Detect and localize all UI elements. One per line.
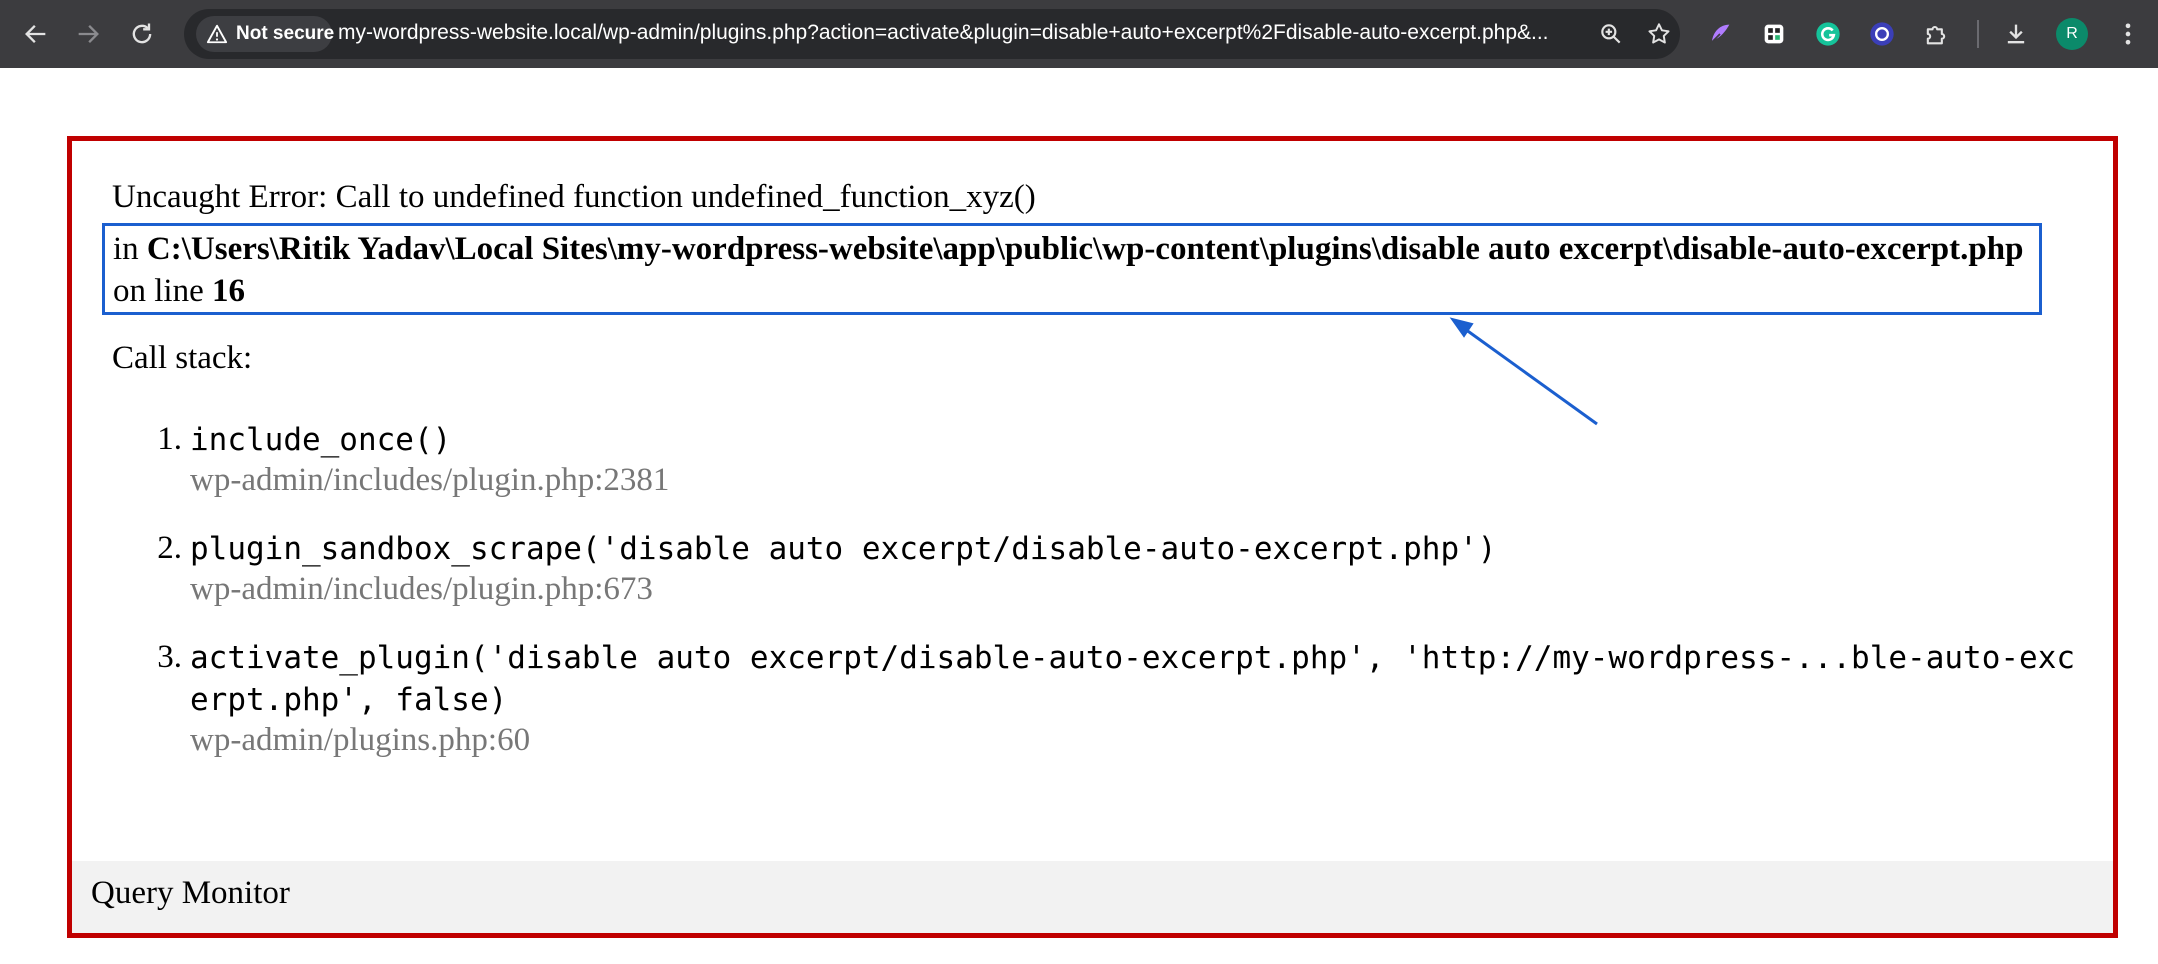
- warning-icon: [206, 24, 228, 44]
- location-line: 16: [211, 273, 245, 309]
- query-monitor-footer: Query Monitor: [72, 861, 2113, 933]
- download-icon: [2007, 24, 2025, 44]
- browser-menu-button[interactable]: [2110, 16, 2146, 52]
- circle-extension-icon: [1870, 22, 1894, 46]
- arrow-right-icon: [78, 25, 99, 43]
- stack-number: 3.: [157, 639, 182, 675]
- puzzle-icon: [1926, 25, 1946, 45]
- feather-icon: [1710, 24, 1730, 44]
- zoom-button[interactable]: [1596, 19, 1626, 49]
- more-vertical-icon: [2125, 23, 2131, 45]
- location-prefix: in: [113, 231, 147, 267]
- grammarly-icon: [1816, 22, 1840, 46]
- security-chip[interactable]: Not secure: [196, 16, 335, 52]
- arrow-left-icon: [25, 25, 46, 43]
- extension-grammarly-button[interactable]: [1810, 16, 1846, 52]
- downloads-button[interactable]: [1998, 16, 2034, 52]
- reload-button[interactable]: [122, 14, 162, 54]
- extension-grid-button[interactable]: [1756, 16, 1792, 52]
- stack-file: wp-admin/plugins.php:60: [190, 722, 531, 758]
- extensions-button[interactable]: [1918, 16, 1954, 52]
- extension-circle-button[interactable]: [1864, 16, 1900, 52]
- location-path: C:\Users\Ritik Yadav\Local Sites\my-word…: [146, 231, 2024, 267]
- reload-icon: [132, 23, 152, 44]
- callstack-heading: Call stack:: [112, 340, 253, 376]
- error-location: in C:\Users\Ritik Yadav\Local Sites\my-w…: [102, 223, 2042, 315]
- zoom-icon: [1601, 24, 1621, 44]
- browser-toolbar: Not secure my-wordpress-website.local/wp…: [0, 0, 2158, 68]
- security-label: Not secure: [236, 23, 335, 44]
- stack-file: wp-admin/includes/plugin.php:2381: [190, 462, 670, 498]
- profile-avatar[interactable]: R: [2056, 18, 2088, 50]
- stack-call: activate_plugin('disable auto excerpt/di…: [190, 640, 2076, 718]
- stack-call: include_once(): [190, 422, 452, 458]
- error-title: Uncaught Error: Call to undefined functi…: [112, 179, 1036, 215]
- footer-label: Query Monitor: [91, 875, 290, 911]
- back-button[interactable]: [16, 14, 56, 54]
- address-bar[interactable]: Not secure my-wordpress-website.local/wp…: [184, 9, 1680, 59]
- stack-file: wp-admin/includes/plugin.php:673: [190, 571, 653, 607]
- error-panel: Uncaught Error: Call to undefined functi…: [67, 136, 2118, 938]
- stack-call: plugin_sandbox_scrape('disable auto exce…: [190, 531, 1497, 567]
- url-text[interactable]: my-wordpress-website.local/wp-admin/plug…: [338, 21, 1588, 45]
- grid-icon: [1764, 24, 1784, 44]
- toolbar-divider: [1977, 20, 1979, 48]
- bookmark-button[interactable]: [1644, 19, 1674, 49]
- stack-number: 2.: [157, 530, 182, 566]
- star-icon: [1648, 23, 1670, 44]
- location-mid: on line: [113, 273, 212, 309]
- stack-number: 1.: [157, 421, 182, 457]
- forward-button[interactable]: [68, 14, 108, 54]
- extension-feather-button[interactable]: [1702, 16, 1738, 52]
